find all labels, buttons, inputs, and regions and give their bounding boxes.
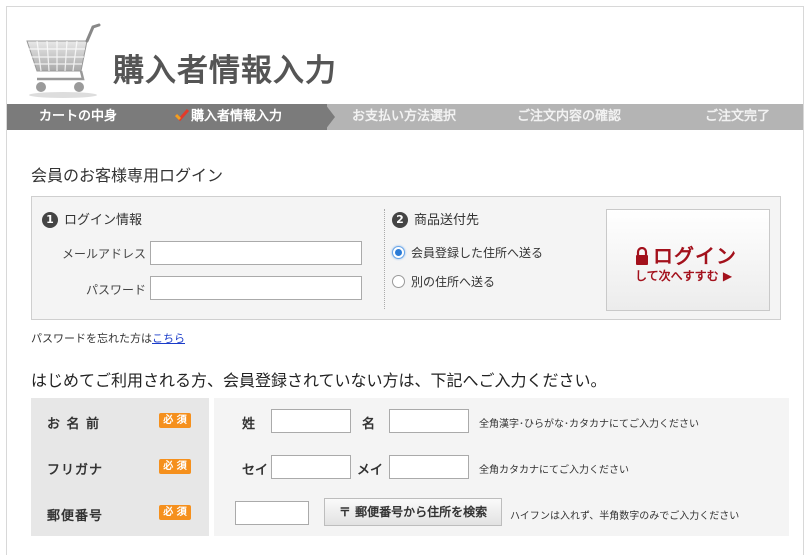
name-input-cell: 姓 名 全角漢字･ひらがな･カタカナにてご入力ください xyxy=(214,398,789,444)
last-name-input[interactable] xyxy=(271,409,351,433)
checkout-steps: カートの中身 購入者情報入力 お支払い方法選択 ご注文内容の確認 ご注文完了 xyxy=(7,104,803,130)
first-kana-label: メイ xyxy=(357,463,384,478)
login-section-title: 会員のお客様専用ログイン xyxy=(31,166,224,185)
name-hint: 全角漢字･ひらがな･カタカナにてご入力ください xyxy=(479,419,699,430)
ship-option-other-address[interactable]: 別の住所へ送る xyxy=(392,273,495,290)
zip-label-cell: 郵便番号 必 須 xyxy=(31,490,209,536)
password-label: パスワード xyxy=(85,283,146,297)
kana-label: フリガナ xyxy=(47,463,104,478)
name-label: お 名 前 xyxy=(47,417,101,432)
guest-notice: はじめてご利用される方、会員登録されていない方は、下記へご入力ください。 xyxy=(31,371,607,390)
zip-label: 郵便番号 xyxy=(47,509,104,524)
registration-form: お 名 前 必 須 姓 名 全角漢字･ひらがな･カタカナにてご入力ください フリ… xyxy=(31,398,789,536)
zip-input[interactable] xyxy=(235,501,309,525)
steps-arrow xyxy=(325,104,335,130)
last-kana-label: セイ xyxy=(242,463,269,478)
last-kana-input[interactable] xyxy=(271,455,351,479)
radio-selected[interactable] xyxy=(392,246,405,259)
password-input[interactable] xyxy=(150,276,362,300)
zip-input-cell: 〒 郵便番号から住所を検索 ハイフンは入れず、半角数字のみでご入力ください xyxy=(214,490,789,536)
first-kana-input[interactable] xyxy=(389,455,469,479)
forgot-password-link[interactable]: こちら xyxy=(152,332,185,345)
first-name-label: 名 xyxy=(362,417,376,432)
login-next-button[interactable]: ログイン して次へすすむ ▶ xyxy=(606,209,770,311)
email-input[interactable] xyxy=(150,241,362,265)
login-divider xyxy=(384,209,385,309)
last-name-label: 姓 xyxy=(242,417,256,432)
step-payment: お支払い方法選択 xyxy=(352,109,457,124)
check-icon xyxy=(175,109,189,121)
email-label: メールアドレス xyxy=(61,247,146,261)
first-name-input[interactable] xyxy=(389,409,469,433)
page-frame: 購入者情報入力 カートの中身 購入者情報入力 お支払い方法選択 ご注文内容の確認… xyxy=(6,6,804,555)
kana-hint: 全角カタカナにてご入力ください xyxy=(479,465,629,476)
radio-unselected[interactable] xyxy=(392,275,405,288)
shopping-cart-icon xyxy=(26,23,101,98)
required-badge: 必 須 xyxy=(159,459,191,474)
zip-search-button[interactable]: 〒 郵便番号から住所を検索 xyxy=(324,498,502,526)
step-confirm: ご注文内容の確認 xyxy=(517,109,622,124)
step-cart: カートの中身 xyxy=(39,109,118,124)
page-title: 購入者情報入力 xyxy=(113,53,337,89)
kana-input-cell: セイ メイ 全角カタカナにてご入力ください xyxy=(214,444,789,490)
zip-hint: ハイフンは入れず、半角数字のみでご入力ください xyxy=(510,511,740,522)
login-box: 1 ログイン情報 メールアドレス パスワード 2 商品送付先 会員登録した住所へ送る… xyxy=(31,196,781,320)
step-complete: ご注文完了 xyxy=(705,109,771,124)
kana-row: フリガナ 必 須 セイ メイ 全角カタカナにてご入力ください xyxy=(31,444,789,490)
required-badge: 必 須 xyxy=(159,505,191,520)
zip-row: 郵便番号 必 須 〒 郵便番号から住所を検索 ハイフンは入れず、半角数字のみでご… xyxy=(31,490,789,536)
shipping-heading: 2 商品送付先 xyxy=(392,209,479,228)
ship-option-member-address[interactable]: 会員登録した住所へ送る xyxy=(392,244,543,261)
login-button-sublabel: して次へすすむ ▶ xyxy=(635,269,733,283)
required-badge: 必 須 xyxy=(159,413,191,428)
lock-icon xyxy=(636,247,648,265)
step-number-badge: 1 xyxy=(42,212,58,228)
login-info-heading: 1 ログイン情報 xyxy=(42,209,142,228)
kana-label-cell: フリガナ 必 須 xyxy=(31,444,209,490)
name-label-cell: お 名 前 必 須 xyxy=(31,398,209,444)
step-buyer-info: 購入者情報入力 xyxy=(175,104,282,130)
step-number-badge: 2 xyxy=(392,212,408,228)
forgot-password: パスワードを忘れた方はこちら xyxy=(31,332,185,345)
name-row: お 名 前 必 須 姓 名 全角漢字･ひらがな･カタカナにてご入力ください xyxy=(31,398,789,444)
login-button-label: ログイン xyxy=(635,240,737,269)
